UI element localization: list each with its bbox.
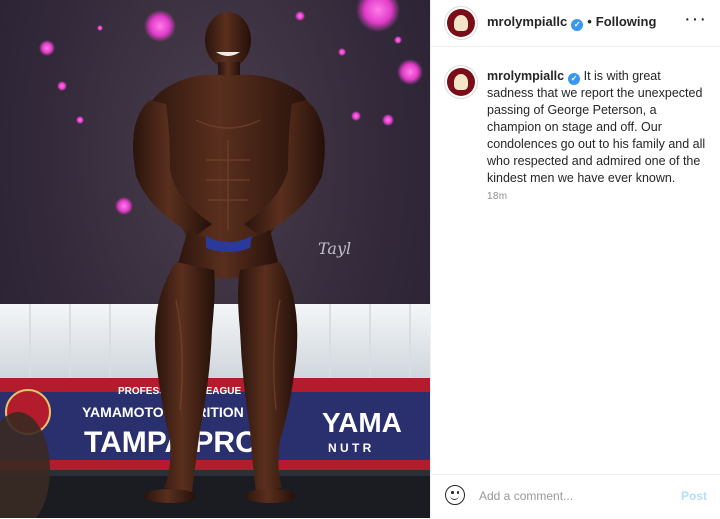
caption-verified-badge-icon: ✓ — [568, 73, 581, 85]
banner-big-right: YAMA — [322, 407, 402, 438]
separator-dot: • — [587, 14, 592, 29]
avatar[interactable] — [445, 7, 477, 39]
more-options-icon[interactable]: ··· — [684, 8, 707, 31]
post-photo[interactable]: PROFESSIONAL LEAGUE YAMAMOTO NUTRITION C… — [0, 0, 430, 518]
tampa-pro-banner: PROFESSIONAL LEAGUE YAMAMOTO NUTRITION C… — [0, 378, 430, 470]
comment-bar: Post — [431, 474, 720, 519]
comment-input[interactable] — [479, 488, 659, 504]
post-header: mrolympiallc ✓ • Following ··· — [431, 0, 720, 47]
white-curtain — [0, 304, 430, 378]
post-details-panel: mrolympiallc ✓ • Following ··· mrolympiallc… — [430, 0, 720, 518]
emoji-smiley-icon[interactable] — [445, 485, 465, 505]
header-username[interactable]: mrolympiallc — [487, 14, 567, 29]
caption-username[interactable]: mrolympiallc — [487, 69, 564, 83]
verified-badge-icon: ✓ — [571, 19, 584, 31]
banner-sub-right: N U T R — [328, 441, 372, 455]
photographer-signature: Tayl — [318, 239, 351, 258]
stage-scene: PROFESSIONAL LEAGUE YAMAMOTO NUTRITION C… — [0, 0, 430, 518]
header-user-line: mrolympiallc ✓ • Following — [487, 14, 656, 31]
instagram-post-window: PROFESSIONAL LEAGUE YAMAMOTO NUTRITION C… — [0, 0, 720, 518]
caption-avatar[interactable] — [445, 66, 477, 98]
following-button[interactable]: Following — [596, 14, 657, 29]
post-timestamp[interactable]: 18m — [487, 191, 507, 202]
post-caption: mrolympiallc ✓ It is with great sadness t… — [487, 68, 709, 187]
caption-text: It is with great sadness that we report … — [487, 69, 706, 185]
post-comment-button[interactable]: Post — [681, 489, 707, 503]
